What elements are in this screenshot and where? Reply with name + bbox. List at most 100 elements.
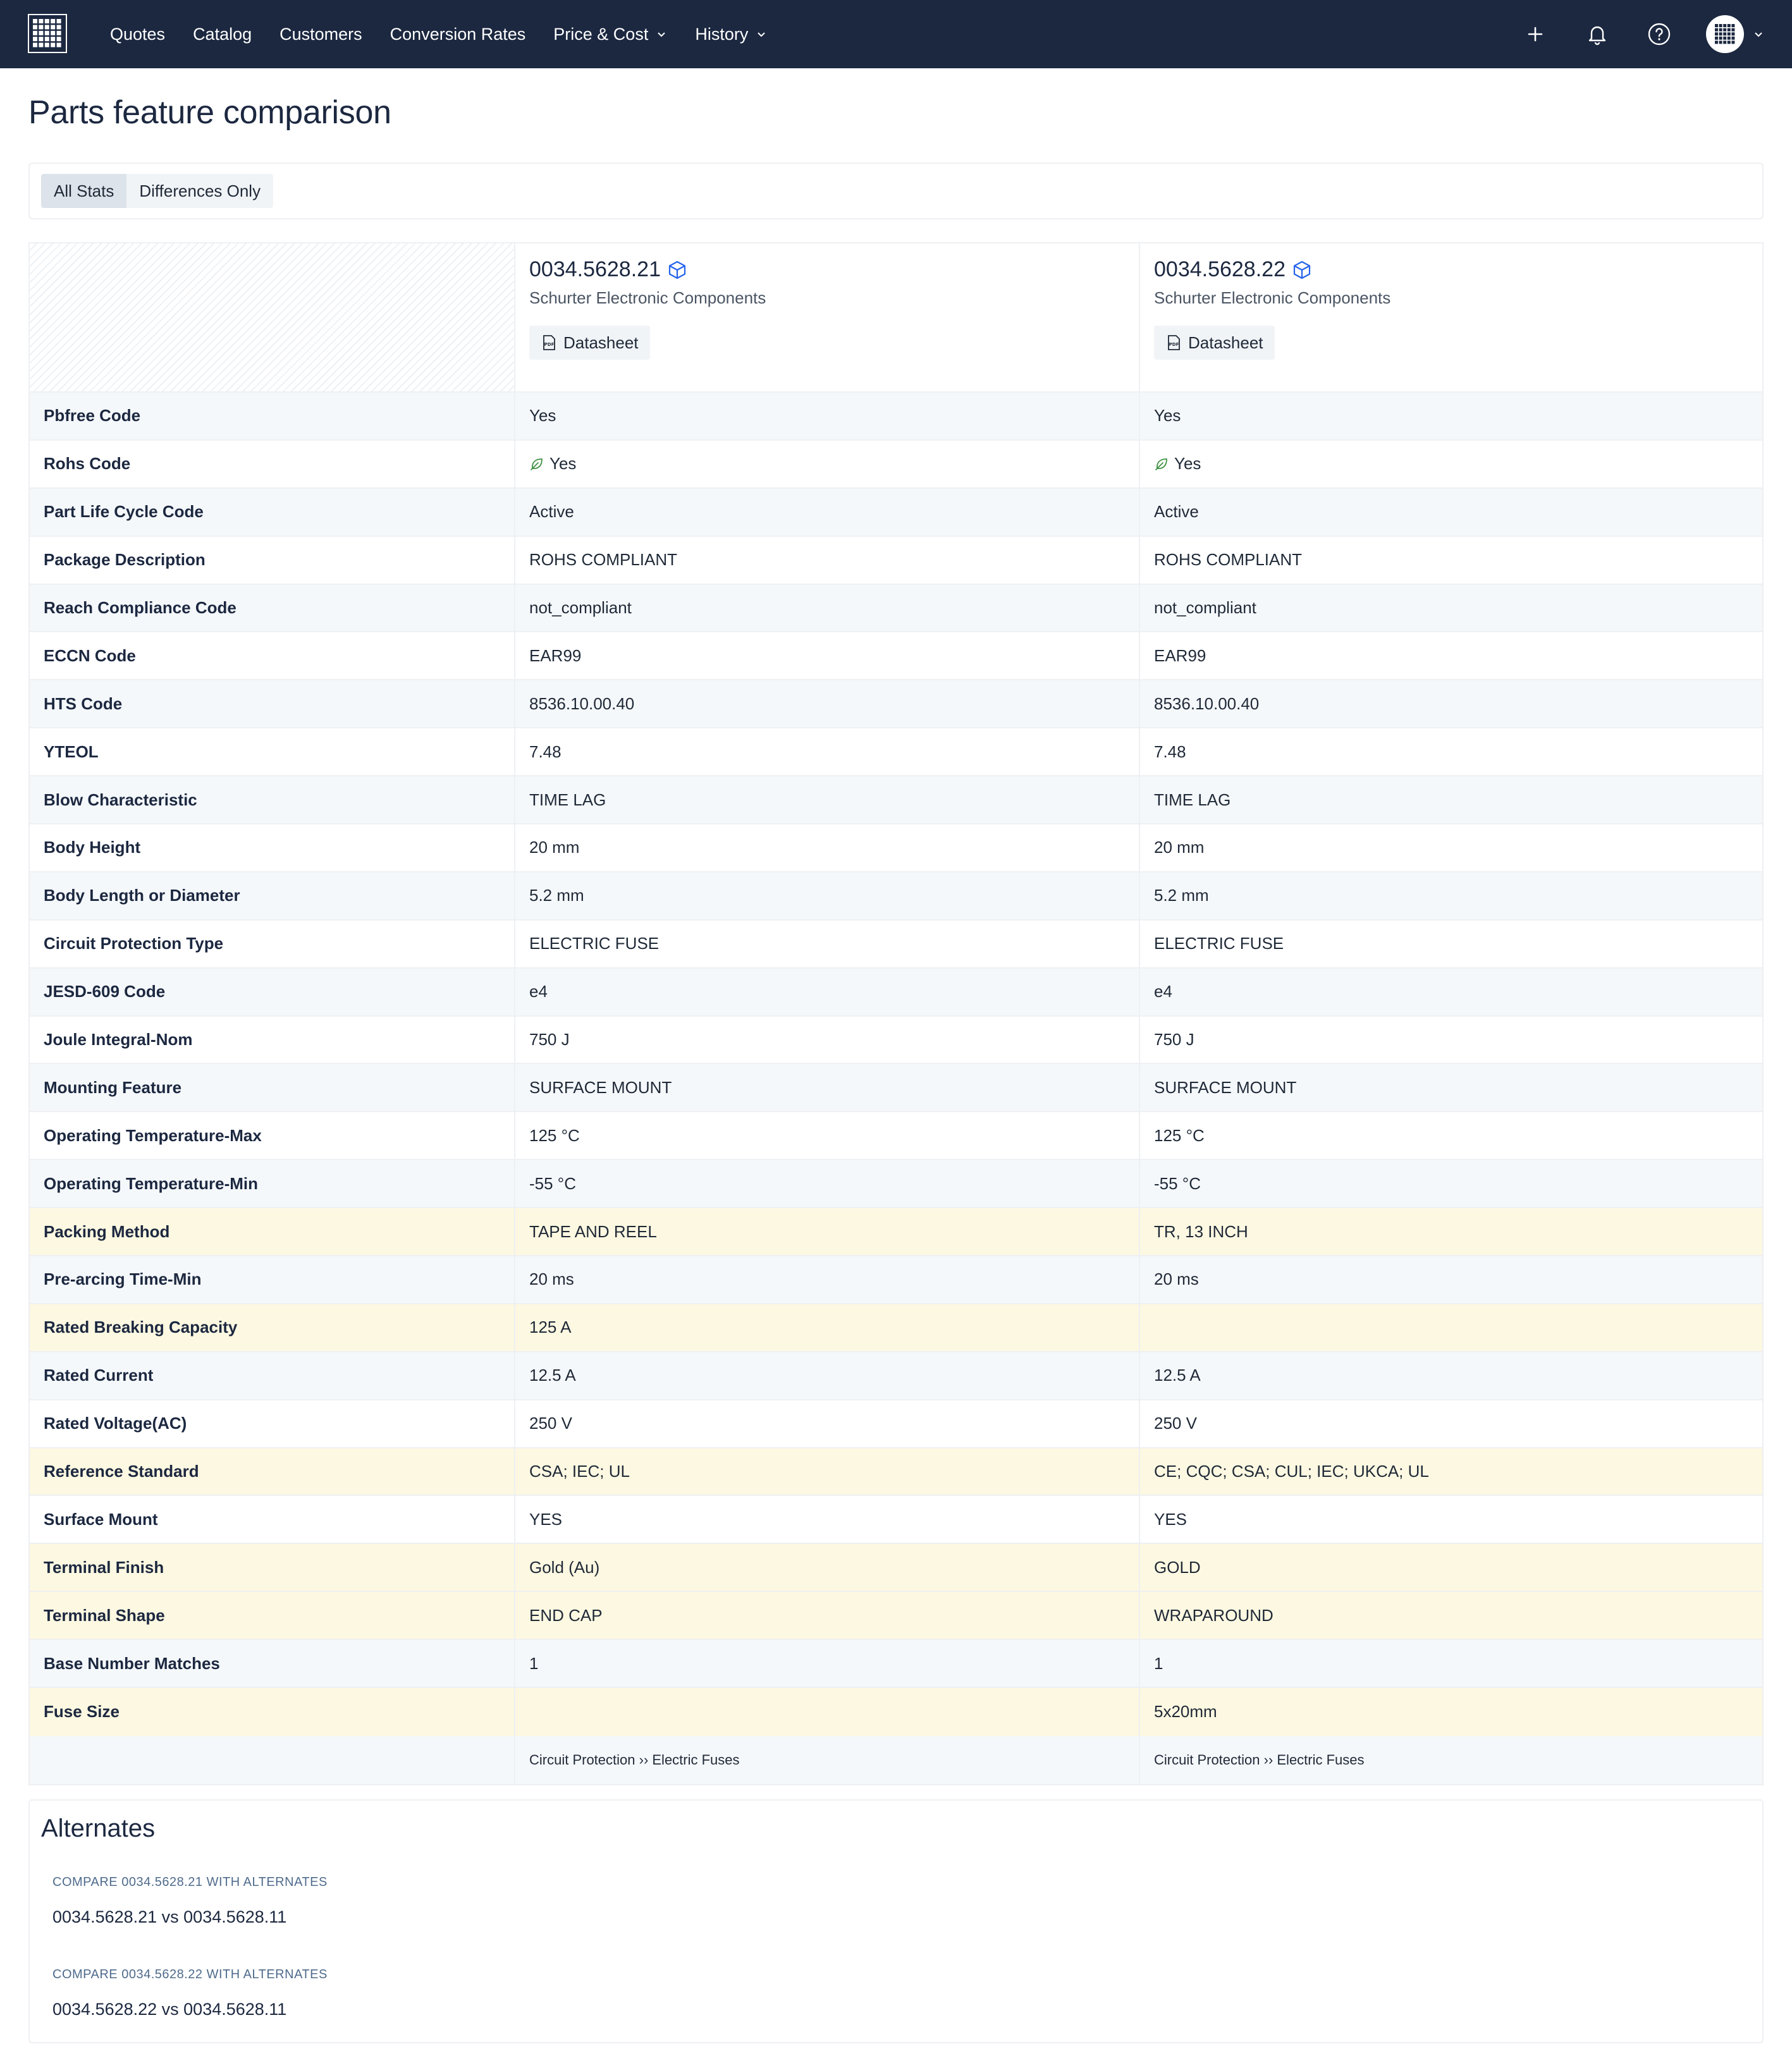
table-row: Surface Mount YES YES xyxy=(30,1496,1762,1545)
attribute-value-text: Active xyxy=(1154,502,1199,522)
attribute-value-b: 250 V xyxy=(1140,1400,1762,1447)
table-row: Body Length or Diameter 5.2 mm 5.2 mm xyxy=(30,872,1762,921)
attribute-value-b: YES xyxy=(1140,1496,1762,1543)
attribute-value-text: YES xyxy=(529,1509,563,1529)
attribute-value-text: Yes xyxy=(529,406,556,425)
table-row: Terminal Shape END CAP WRAPAROUND xyxy=(30,1592,1762,1641)
attribute-label: Operating Temperature-Max xyxy=(30,1112,515,1159)
category-row: Circuit Protection ›› Electric Fuses Cir… xyxy=(30,1735,1762,1784)
attribute-label: Terminal Shape xyxy=(30,1592,515,1639)
table-row: Packing Method TAPE AND REEL TR, 13 INCH xyxy=(30,1208,1762,1257)
leaf-icon xyxy=(531,458,543,470)
attribute-value-text: 8536.10.00.40 xyxy=(1154,694,1260,713)
attribute-value-b: 5.2 mm xyxy=(1140,872,1762,919)
attribute-value-text: ELECTRIC FUSE xyxy=(529,934,660,953)
nav-item-price-cost[interactable]: Price & Cost xyxy=(553,25,667,44)
part-number-text[interactable]: 0034.5628.22 xyxy=(1154,257,1286,282)
svg-text:PDF: PDF xyxy=(1169,342,1179,347)
attribute-value-text: 125 °C xyxy=(1154,1125,1205,1145)
nav-item-label[interactable]: Quotes xyxy=(110,25,165,44)
part-number-a[interactable]: 0034.5628.21 xyxy=(529,257,1139,282)
attribute-value-text: e4 xyxy=(1154,982,1172,1001)
attribute-value-text: EAR99 xyxy=(1154,645,1206,665)
attribute-value-b: 1 xyxy=(1140,1640,1762,1687)
attribute-value-text: 20 ms xyxy=(529,1270,574,1289)
attribute-value-text: Yes xyxy=(1174,454,1201,474)
attribute-value-a xyxy=(515,1688,1140,1736)
table-row: Pbfree Code Yes Yes xyxy=(30,393,1762,441)
alternate-compare-link[interactable]: 0034.5628.22 vs 0034.5628.11 xyxy=(52,2000,286,2019)
app-logo-icon[interactable] xyxy=(28,14,67,53)
plus-icon[interactable] xyxy=(1521,20,1549,48)
nav-item-label[interactable]: Customers xyxy=(279,25,362,44)
datasheet-label[interactable]: Datasheet xyxy=(1188,333,1263,353)
attribute-label: Mounting Feature xyxy=(30,1064,515,1111)
all-stats-button[interactable]: All Stats xyxy=(41,174,127,208)
attribute-value-text: 5.2 mm xyxy=(529,886,584,905)
datasheet-button-a[interactable]: PDF Datasheet xyxy=(529,326,650,360)
chevron-down-icon xyxy=(658,32,666,37)
attribute-value-b: Yes xyxy=(1140,441,1762,487)
nav-item-customers[interactable]: Customers xyxy=(279,25,362,44)
attribute-value-b: Yes xyxy=(1140,393,1762,439)
org-logo-icon xyxy=(1715,24,1735,44)
table-row: Reference Standard CSA; IEC; UL CE; CQC; C… xyxy=(30,1448,1762,1496)
page-title: Parts feature comparison xyxy=(28,94,391,131)
help-icon[interactable] xyxy=(1645,20,1673,48)
user-menu[interactable] xyxy=(1706,15,1764,53)
part-number-text[interactable]: 0034.5628.21 xyxy=(529,257,661,282)
differences-only-button[interactable]: Differences Only xyxy=(126,174,273,208)
table-row: Blow Characteristic TIME LAG TIME LAG xyxy=(30,776,1762,825)
attribute-value-a: 5.2 mm xyxy=(515,872,1140,919)
nav-item-label[interactable]: Price & Cost xyxy=(553,25,648,44)
nav-item-quotes[interactable]: Quotes xyxy=(110,25,165,44)
alternates-group-b: COMPARE 0034.5628.22 WITH ALTERNATES 003… xyxy=(52,1967,328,2019)
nav-menu: Quotes Catalog Customers Conversion Rates Pr… xyxy=(110,0,795,68)
part-number-b[interactable]: 0034.5628.22 xyxy=(1154,257,1762,282)
attribute-value-text: 7.48 xyxy=(1154,742,1186,761)
cube-icon[interactable] xyxy=(667,260,687,280)
datasheet-label[interactable]: Datasheet xyxy=(563,333,639,353)
nav-item-conversion-rates[interactable]: Conversion Rates xyxy=(390,25,526,44)
nav-item-history[interactable]: History xyxy=(695,25,767,44)
attribute-value-text: 1 xyxy=(529,1653,539,1673)
attribute-value-text: 125 A xyxy=(529,1318,572,1337)
bell-icon[interactable] xyxy=(1583,20,1611,48)
attribute-value-b: SURFACE MOUNT xyxy=(1140,1064,1762,1111)
attribute-label: Rated Current xyxy=(30,1352,515,1399)
attribute-value-a: not_compliant xyxy=(515,584,1140,632)
attribute-value-text: TIME LAG xyxy=(1154,790,1231,809)
attribute-value-b: WRAPAROUND xyxy=(1140,1592,1762,1639)
attribute-value-text: YES xyxy=(1154,1509,1188,1529)
attribute-label: Fuse Size xyxy=(30,1688,515,1736)
table-row: Terminal Finish Gold (Au) GOLD xyxy=(30,1544,1762,1593)
attribute-value-a: 1 xyxy=(515,1640,1140,1687)
attribute-value-b: 8536.10.00.40 xyxy=(1140,680,1762,727)
attribute-value-text: Gold (Au) xyxy=(529,1557,600,1577)
attribute-value-b: 5x20mm xyxy=(1140,1688,1762,1736)
nav-item-label[interactable]: Conversion Rates xyxy=(390,25,526,44)
table-row: JESD-609 Code e4 e4 xyxy=(30,968,1762,1017)
comparison-table: 0034.5628.21 Schurter Electronic Compone… xyxy=(28,242,1764,1785)
attribute-label: Surface Mount xyxy=(30,1496,515,1543)
attribute-value-b: TR, 13 INCH xyxy=(1140,1208,1762,1255)
datasheet-button-b[interactable]: PDF Datasheet xyxy=(1154,326,1275,360)
part-column-a: 0034.5628.21 Schurter Electronic Compone… xyxy=(515,243,1140,391)
table-row: Base Number Matches 1 1 xyxy=(30,1640,1762,1689)
nav-item-catalog[interactable]: Catalog xyxy=(193,25,252,44)
attribute-label: HTS Code xyxy=(30,680,515,728)
alternates-title: Alternates xyxy=(41,1814,156,1842)
attribute-value-a: Yes xyxy=(515,440,1140,487)
attribute-value-a: 125 °C xyxy=(515,1112,1140,1159)
nav-item-label[interactable]: Catalog xyxy=(193,25,252,44)
attribute-value-text: -55 °C xyxy=(529,1173,576,1193)
cube-icon[interactable] xyxy=(1292,260,1312,280)
attribute-value-text: SURFACE MOUNT xyxy=(529,1077,672,1097)
table-row: Rated Breaking Capacity 125 A xyxy=(30,1304,1762,1352)
attribute-label: Part Life Cycle Code xyxy=(30,488,515,535)
table-row: Fuse Size 5x20mm xyxy=(30,1688,1762,1736)
nav-item-label[interactable]: History xyxy=(695,25,748,44)
attribute-label: Rohs Code xyxy=(30,440,515,487)
attribute-label: Terminal Finish xyxy=(30,1544,515,1591)
alternate-compare-link[interactable]: 0034.5628.21 vs 0034.5628.11 xyxy=(52,1907,286,1927)
